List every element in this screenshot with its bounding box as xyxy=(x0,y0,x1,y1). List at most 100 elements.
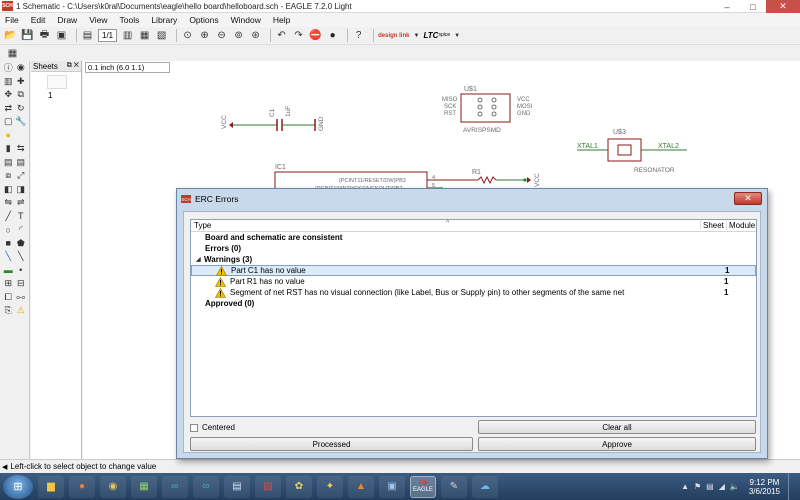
go-icon[interactable]: ● xyxy=(326,29,339,42)
copy-icon[interactable]: ⧉ xyxy=(15,89,26,100)
zoom-in-icon[interactable]: ⊕ xyxy=(198,29,211,42)
info-icon[interactable]: ⓘ xyxy=(3,62,14,73)
firefox-icon[interactable]: ● xyxy=(69,475,95,498)
zoom-redraw-icon[interactable]: ⊚ xyxy=(232,29,245,42)
app-icon[interactable]: ✿ xyxy=(286,475,312,498)
layers-icon[interactable]: ▥ xyxy=(3,76,14,87)
pinswap-icon[interactable]: ⇋ xyxy=(3,197,14,208)
pdf-icon[interactable]: ▧ xyxy=(255,475,281,498)
grid-icon[interactable]: ▦ xyxy=(6,47,19,60)
name-icon[interactable]: ▤ xyxy=(3,157,14,168)
tree-row[interactable]: Part C1 has no value 1 xyxy=(191,265,756,276)
rect-icon[interactable]: ■ xyxy=(3,238,14,249)
wire-icon[interactable]: ╲ xyxy=(15,251,26,262)
tree-row[interactable]: Approved (0) xyxy=(191,298,756,309)
centered-checkbox[interactable] xyxy=(190,423,198,432)
tree-row[interactable]: Errors (0) xyxy=(191,243,756,254)
media-icon[interactable]: ▦ xyxy=(131,475,157,498)
erc-icon[interactable]: ⎘ xyxy=(3,305,14,316)
network-icon[interactable]: ▤ xyxy=(706,482,714,491)
polygon-icon[interactable]: ⬟ xyxy=(15,238,26,249)
cloud-icon[interactable]: ☁ xyxy=(472,475,498,498)
menu-draw[interactable]: Draw xyxy=(57,15,77,25)
value-icon[interactable]: ▤ xyxy=(15,157,26,168)
column-module[interactable]: Module xyxy=(726,221,756,230)
volume-icon[interactable]: 🔈 xyxy=(730,482,740,491)
tree-row[interactable]: Part R1 has no value 1 xyxy=(191,276,756,287)
panel-float-icon[interactable]: ⧉ ✕ xyxy=(67,62,79,70)
optimize-icon[interactable]: ⇌ xyxy=(15,197,26,208)
net-icon[interactable]: ╱ xyxy=(3,211,14,222)
eye-icon[interactable]: ◉ xyxy=(15,62,26,73)
chrome-icon[interactable]: ◉ xyxy=(100,475,126,498)
ltc-spice-button[interactable]: LTC spice xyxy=(423,31,450,40)
approve-button[interactable]: Approve xyxy=(478,437,756,451)
menu-options[interactable]: Options xyxy=(189,15,218,25)
processed-button[interactable]: Processed xyxy=(190,437,473,451)
dimension-icon[interactable]: ⊟ xyxy=(15,278,26,289)
replace-icon[interactable]: ⇆ xyxy=(15,143,26,154)
gateswap-icon[interactable]: ◨ xyxy=(15,184,26,195)
label-icon[interactable]: ▬ xyxy=(3,265,14,276)
attribute-icon[interactable]: ⊞ xyxy=(3,278,14,289)
smash-icon[interactable]: ⧈ xyxy=(3,170,14,181)
menu-tools[interactable]: Tools xyxy=(119,15,139,25)
warning-icon[interactable]: ⚠ xyxy=(15,305,26,316)
tool-icon[interactable]: ✎ xyxy=(441,475,467,498)
menu-window[interactable]: Window xyxy=(231,15,261,25)
stop-icon[interactable]: ⛔ xyxy=(309,29,322,42)
help-icon[interactable]: ? xyxy=(352,29,365,42)
paint-icon[interactable]: ✦ xyxy=(317,475,343,498)
split-icon[interactable]: ⤢ xyxy=(15,170,26,181)
eagle-taskbar-button[interactable]: CS EAGLE xyxy=(410,475,436,498)
frame-icon[interactable]: ⧠ xyxy=(3,292,14,303)
arc-icon[interactable]: ◜ xyxy=(15,224,26,235)
menu-help[interactable]: Help xyxy=(273,15,290,25)
chevron-down-icon[interactable]: ▼ xyxy=(413,29,419,42)
menu-library[interactable]: Library xyxy=(151,15,177,25)
menu-view[interactable]: View xyxy=(89,15,107,25)
clear-all-button[interactable]: Clear all xyxy=(478,420,756,434)
invoke-icon[interactable]: ◧ xyxy=(3,184,14,195)
group-icon[interactable]: ▢ xyxy=(3,116,14,127)
chevron-down-icon[interactable]: ▼ xyxy=(454,29,460,42)
dialog-close-button[interactable]: ✕ xyxy=(734,192,762,205)
wifi-icon[interactable]: ◢ xyxy=(719,482,725,491)
zoom-select-icon[interactable]: ⊛ xyxy=(249,29,262,42)
erc-tree[interactable]: Type ^ Sheet Module Board and schematic … xyxy=(190,219,757,417)
paste-icon[interactable]: ● xyxy=(3,130,14,141)
junction-icon[interactable]: • xyxy=(15,265,26,276)
tree-row[interactable]: Board and schematic are consistent xyxy=(191,232,756,243)
notepad-icon[interactable]: ▤ xyxy=(224,475,250,498)
run-icon[interactable]: ▦ xyxy=(138,29,151,42)
close-button[interactable]: ✕ xyxy=(766,0,800,13)
vlc-icon[interactable]: ▲ xyxy=(348,475,374,498)
save-icon[interactable]: 💾 xyxy=(21,29,34,42)
arduino-icon[interactable]: ∞ xyxy=(162,475,188,498)
tree-row[interactable]: ◢ Warnings (3) xyxy=(191,254,756,265)
script-icon[interactable]: ▥ xyxy=(121,29,134,42)
delete-icon[interactable] xyxy=(15,130,26,141)
text-icon[interactable]: T xyxy=(15,211,26,222)
open-icon[interactable]: 📂 xyxy=(4,29,17,42)
start-button[interactable]: ⊞ xyxy=(3,474,33,499)
rotate-icon[interactable]: ↻ xyxy=(15,103,26,114)
tree-row[interactable]: Segment of net RST has no visual connect… xyxy=(191,287,756,298)
circle-icon[interactable]: ○ xyxy=(3,224,14,235)
maximize-button[interactable]: □ xyxy=(740,0,766,13)
arduino-alt-icon[interactable]: ∞ xyxy=(193,475,219,498)
design-link-button[interactable]: design link xyxy=(378,33,409,39)
add-icon[interactable]: ▮ xyxy=(3,143,14,154)
collapse-triangle-icon[interactable]: ◢ xyxy=(196,256,204,263)
menu-file[interactable]: File xyxy=(5,15,19,25)
ratsnest-icon[interactable]: ⧟ xyxy=(15,292,26,303)
centered-option[interactable]: Centered xyxy=(190,423,235,432)
clock[interactable]: 9:12 PM 3/6/2015 xyxy=(749,478,780,496)
mirror-icon[interactable]: ⇄ xyxy=(3,103,14,114)
change-icon[interactable]: 🔧 xyxy=(15,116,26,127)
zoom-out-icon[interactable]: ⊖ xyxy=(215,29,228,42)
cam-icon[interactable]: ▣ xyxy=(55,29,68,42)
menu-edit[interactable]: Edit xyxy=(31,15,46,25)
minimize-button[interactable]: – xyxy=(714,0,740,13)
tray-expand-icon[interactable]: ▲ xyxy=(681,482,689,491)
